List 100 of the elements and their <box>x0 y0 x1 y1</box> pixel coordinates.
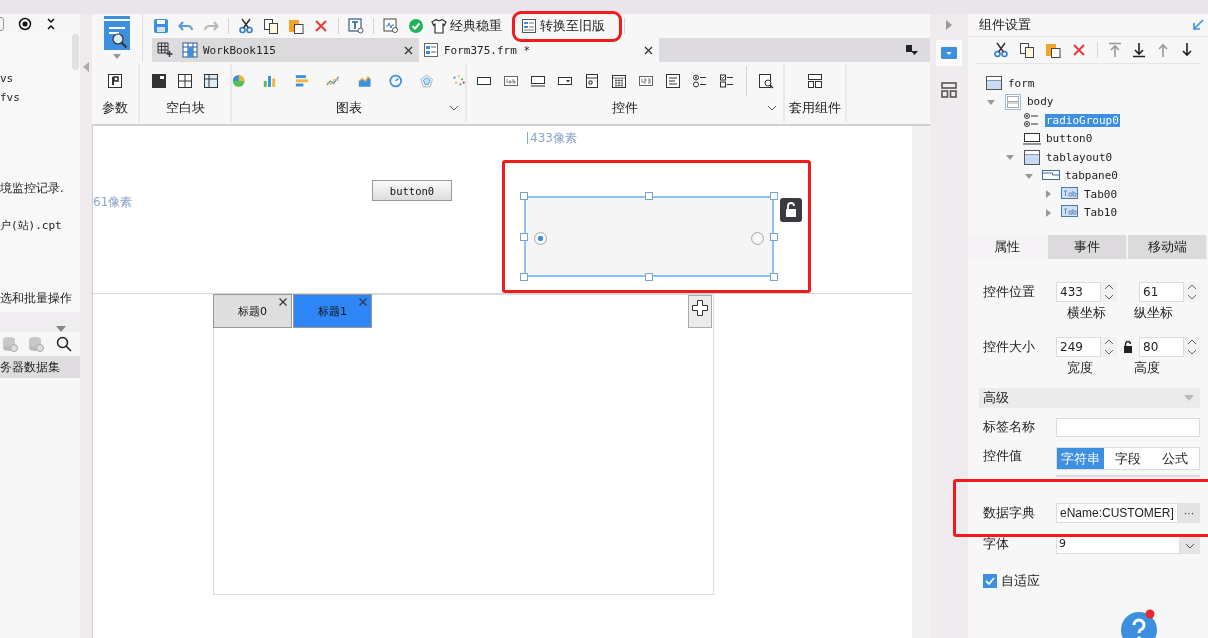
tab-menu-icon[interactable] <box>906 44 918 56</box>
file-item[interactable]: 户(站).cpt <box>0 219 80 233</box>
property-tab[interactable]: 事件 <box>1048 235 1128 259</box>
copy-icon[interactable] <box>1019 42 1035 58</box>
toolbar-button[interactable]: 经典稳重 <box>429 17 504 35</box>
resize-handle[interactable] <box>520 232 528 241</box>
scrollbar-thumb[interactable] <box>72 34 79 70</box>
form-button[interactable]: button0 <box>372 180 452 201</box>
toolbar-button[interactable]: 转换至旧版 <box>519 17 615 35</box>
calendar-icon[interactable] <box>611 73 627 89</box>
spinner-button[interactable] <box>1184 282 1200 302</box>
radio-group-widget[interactable] <box>524 196 774 277</box>
spinner-button[interactable] <box>1184 337 1200 357</box>
horizontal-bar-icon[interactable] <box>294 73 309 89</box>
gauge-icon[interactable] <box>388 73 403 89</box>
close-icon[interactable] <box>404 45 413 55</box>
move-bottom-icon[interactable] <box>1132 42 1146 58</box>
collapse-icon[interactable] <box>46 18 56 30</box>
expand-arrow-icon[interactable] <box>946 20 952 30</box>
paste-icon[interactable] <box>1045 42 1061 58</box>
text-field-icon[interactable] <box>530 73 546 89</box>
delete-icon[interactable] <box>1071 42 1087 58</box>
resize-handle[interactable] <box>645 192 653 200</box>
radar-chart-icon[interactable] <box>420 73 434 89</box>
number-field[interactable]: 433 <box>1056 282 1101 302</box>
spinner-button[interactable] <box>1101 337 1117 357</box>
unlock-icon[interactable] <box>1123 341 1133 353</box>
tree-item[interactable]: body <box>1026 95 1055 109</box>
radio-button[interactable] <box>751 232 764 245</box>
add-grid-icon[interactable] <box>157 42 173 58</box>
radio-group-icon[interactable] <box>692 73 708 89</box>
more-button[interactable]: ··· <box>1178 503 1200 523</box>
move-top-icon[interactable] <box>1108 42 1122 58</box>
bar-chart-icon[interactable] <box>263 73 277 89</box>
scrollbar-track[interactable] <box>912 126 930 638</box>
cut-icon[interactable] <box>993 42 1009 58</box>
text-field[interactable]: eName:CUSTOMER] <box>1056 503 1178 523</box>
checkbox-label[interactable]: 自适应 <box>1001 572 1040 590</box>
paste-icon[interactable] <box>288 18 304 34</box>
template-icon[interactable] <box>807 73 823 89</box>
delete-icon[interactable] <box>313 18 329 34</box>
diagonal-arrow-icon[interactable] <box>1192 19 1204 31</box>
resize-handle[interactable] <box>770 273 778 281</box>
split-block-icon[interactable] <box>177 73 193 89</box>
text-field[interactable] <box>1056 417 1200 437</box>
component-panel-button[interactable] <box>936 40 962 66</box>
layout-tab[interactable]: 标题0 <box>213 294 292 328</box>
resize-handle[interactable] <box>520 192 528 200</box>
move-down-icon[interactable] <box>1180 42 1194 58</box>
number-field[interactable]: 249 <box>1056 337 1101 357</box>
unlock-icon[interactable] <box>780 198 802 222</box>
chevron-down-icon[interactable] <box>767 105 777 111</box>
pie-chart-icon[interactable] <box>232 73 246 89</box>
chevron-down-icon[interactable] <box>449 105 459 111</box>
number-field[interactable]: 80 <box>1139 337 1184 357</box>
copy-icon[interactable] <box>263 18 279 34</box>
label-widget-icon[interactable] <box>503 73 519 89</box>
date-widget-icon[interactable] <box>584 73 600 89</box>
caret-right-icon[interactable] <box>1043 189 1053 200</box>
checkbox[interactable] <box>983 574 997 588</box>
save-icon[interactable] <box>153 18 169 34</box>
resize-handle[interactable] <box>770 232 778 241</box>
spinner-button[interactable] <box>1101 282 1117 302</box>
radio-button[interactable] <box>534 232 547 245</box>
tree-item[interactable]: tabpane0 <box>1064 169 1119 183</box>
tree-item[interactable]: Tab00 <box>1083 187 1119 201</box>
dataset-item[interactable]: 务器数据集 <box>0 356 80 378</box>
file-item[interactable]: 境监控记录. <box>0 181 80 195</box>
text-search-icon[interactable] <box>348 18 364 34</box>
dropdown-arrow-icon[interactable] <box>56 326 66 332</box>
layout-tab[interactable]: 标题1 <box>293 294 372 328</box>
preview-icon[interactable] <box>758 73 774 89</box>
number-field[interactable]: 61 <box>1139 282 1184 302</box>
move-up-icon[interactable] <box>1156 42 1170 58</box>
check-icon[interactable] <box>408 18 424 34</box>
parameter-icon[interactable] <box>107 73 123 89</box>
checkbox-group-icon[interactable] <box>719 73 735 89</box>
search-icon[interactable] <box>56 336 72 352</box>
dropdown-arrow-icon[interactable] <box>113 54 121 59</box>
table-block-icon[interactable] <box>203 73 219 89</box>
report-search-icon[interactable] <box>104 16 130 50</box>
block-icon[interactable] <box>151 73 167 89</box>
close-icon[interactable] <box>279 298 287 306</box>
caret-right-icon[interactable] <box>1043 207 1053 218</box>
file-tab[interactable]: Form375.frm * <box>419 38 659 62</box>
section-header[interactable]: 高级 <box>979 388 1200 408</box>
add-tab-icon[interactable] <box>688 295 712 328</box>
property-tab[interactable]: 移动端 <box>1128 235 1208 259</box>
tree-item[interactable]: Tab10 <box>1083 206 1119 220</box>
resize-handle[interactable] <box>645 273 653 281</box>
area-chart-icon[interactable] <box>357 73 371 89</box>
cut-icon[interactable] <box>238 18 254 34</box>
file-item[interactable]: 选和批量操作 <box>0 291 80 305</box>
locate-icon[interactable] <box>18 17 32 31</box>
tree-item[interactable]: tablayout0 <box>1045 150 1114 164</box>
close-icon[interactable] <box>644 45 653 55</box>
resize-handle[interactable] <box>770 192 778 200</box>
layout-icon[interactable] <box>941 82 957 98</box>
tree-item[interactable]: form <box>1007 76 1036 90</box>
tree-item[interactable]: button0 <box>1045 132 1094 146</box>
